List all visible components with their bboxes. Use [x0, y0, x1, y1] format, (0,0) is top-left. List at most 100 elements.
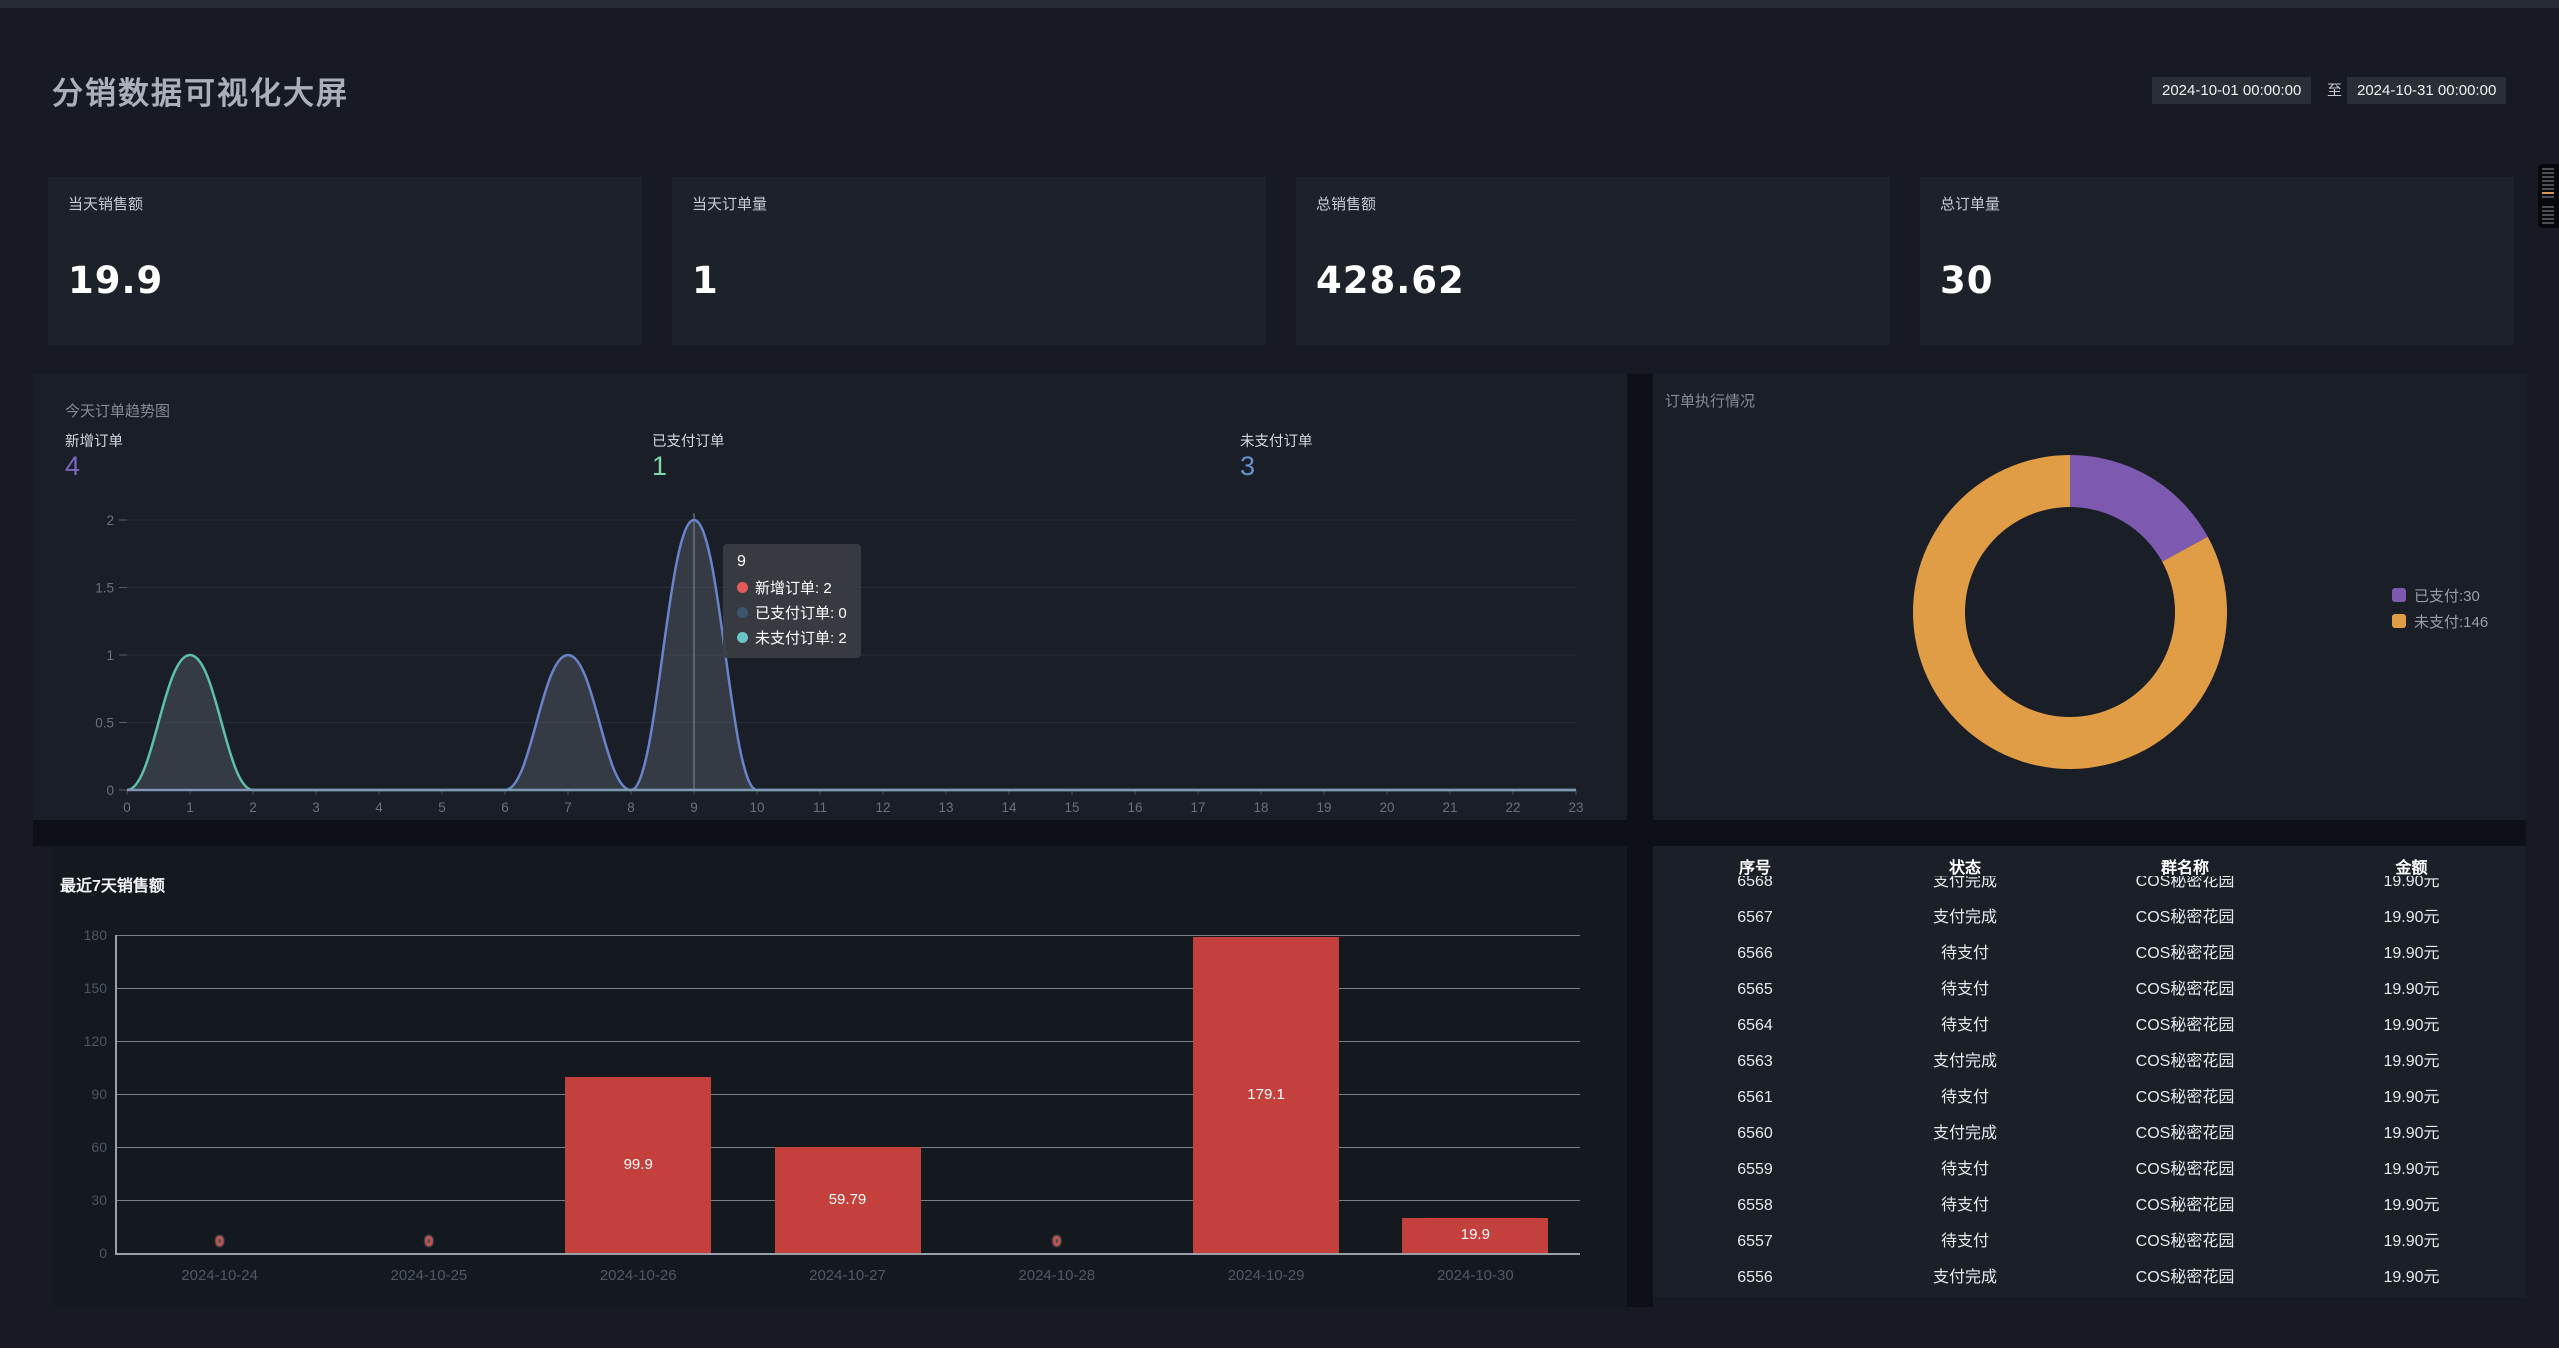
svg-text:6: 6	[501, 800, 509, 815]
svg-text:2: 2	[106, 513, 114, 528]
date-range-end[interactable]: 2024-10-31 00:00:00	[2347, 77, 2506, 104]
group-name-cell: COS秘密花园	[2073, 1260, 2297, 1296]
amount-cell: 19.90元	[2297, 1152, 2526, 1188]
stat-card-total-sales: 总销售额 428.62	[1296, 177, 1890, 345]
group-name-cell: COS秘密花园	[2073, 1008, 2297, 1044]
bar-y-tick: 30	[59, 1192, 107, 1208]
date-range-start[interactable]: 2024-10-01 00:00:00	[2152, 77, 2311, 104]
svg-text:1: 1	[106, 648, 114, 663]
status-cell: 待支付	[1857, 1080, 2073, 1116]
bar-x-tick: 2024-10-26	[538, 1267, 738, 1284]
today-order-trend-panel: 今天订单趋势图 新增订单 4 已支付订单 1 未支付订单 3 00.511.52…	[33, 374, 1627, 820]
amount-cell: 19.90元	[2297, 1080, 2526, 1116]
bar-zero-label: 0	[190, 1233, 250, 1250]
bar-y-tick: 60	[59, 1139, 107, 1155]
svg-text:23: 23	[1568, 800, 1583, 815]
table-header-amount: 金额	[2297, 846, 2526, 876]
order-id-cell: 6559	[1653, 1152, 1857, 1188]
svg-text:0: 0	[123, 800, 131, 815]
svg-text:16: 16	[1127, 800, 1142, 815]
svg-text:10: 10	[749, 800, 764, 815]
order-id-cell: 6564	[1653, 1008, 1857, 1044]
table-scroll-area[interactable]: 6568支付完成COS秘密花园19.90元6567支付完成COS秘密花园19.9…	[1653, 876, 2526, 1297]
orders-table-panel: 序号 状态 群名称 金额 6568支付完成COS秘密花园19.90元6567支付…	[1653, 846, 2526, 1297]
order-id-cell: 6565	[1653, 972, 1857, 1008]
table-header-status: 状态	[1857, 846, 2073, 876]
legend-item[interactable]: 未支付:146	[2392, 608, 2488, 634]
stat-label: 总销售额	[1316, 193, 1376, 214]
stat-label: 当天订单量	[692, 193, 767, 214]
amount-cell: 19.90元	[2297, 1008, 2526, 1044]
amount-cell: 19.90元	[2297, 936, 2526, 972]
stat-card-today-orders: 当天订单量 1	[672, 177, 1266, 345]
table-row[interactable]: 6564待支付COS秘密花园19.90元	[1653, 1008, 2526, 1044]
legend-label: 未支付:146	[2414, 611, 2488, 632]
svg-text:13: 13	[938, 800, 953, 815]
svg-text:14: 14	[1001, 800, 1017, 815]
bar-x-tick: 2024-10-27	[748, 1267, 948, 1284]
svg-text:5: 5	[438, 800, 446, 815]
table-row[interactable]: 6563支付完成COS秘密花园19.90元	[1653, 1044, 2526, 1080]
status-cell: 支付完成	[1857, 1116, 2073, 1152]
amount-cell: 19.90元	[2297, 1044, 2526, 1080]
donut-legend[interactable]: 已支付:30 未支付:146	[2392, 582, 2488, 634]
tooltip-series-row: 新增订单: 2	[737, 577, 847, 598]
bar-y-tick: 90	[59, 1086, 107, 1102]
svg-text:3: 3	[312, 800, 320, 815]
svg-text:1: 1	[186, 800, 194, 815]
minimap-scrollbar[interactable]	[2538, 164, 2559, 228]
table-row[interactable]: 6568支付完成COS秘密花园19.90元	[1653, 876, 2526, 900]
group-name-cell: COS秘密花园	[2073, 900, 2297, 936]
svg-text:9: 9	[690, 800, 698, 815]
amount-cell: 19.90元	[2297, 900, 2526, 936]
top-strip	[0, 0, 2559, 8]
table-row[interactable]: 6560支付完成COS秘密花园19.90元	[1653, 1116, 2526, 1152]
bar-value-label: 19.9	[1402, 1226, 1548, 1243]
table-row[interactable]: 6558待支付COS秘密花园19.90元	[1653, 1188, 2526, 1224]
order-id-cell: 6567	[1653, 900, 1857, 936]
date-range-separator: 至	[2327, 79, 2342, 100]
status-cell: 待支付	[1857, 936, 2073, 972]
bar-chart-title: 最近7天销售额	[60, 872, 165, 896]
table-row[interactable]: 6561待支付COS秘密花园19.90元	[1653, 1080, 2526, 1116]
status-cell: 待支付	[1857, 972, 2073, 1008]
bar-y-tick: 0	[59, 1245, 107, 1261]
bar-y-tick: 180	[59, 927, 107, 943]
table-row[interactable]: 6566待支付COS秘密花园19.90元	[1653, 936, 2526, 972]
group-name-cell: COS秘密花园	[2073, 1152, 2297, 1188]
order-id-cell: 6568	[1653, 876, 1857, 900]
table-row[interactable]: 6556支付完成COS秘密花园19.90元	[1653, 1260, 2526, 1296]
svg-text:11: 11	[813, 800, 827, 815]
dashboard: 分销数据可视化大屏 2024-10-01 00:00:00 至 2024-10-…	[0, 0, 2559, 1348]
bar-y-tick: 150	[59, 980, 107, 996]
bar-value-label: 59.79	[775, 1191, 921, 1208]
table-row[interactable]: 6557待支付COS秘密花园19.90元	[1653, 1224, 2526, 1260]
legend-label: 已支付:30	[2414, 585, 2480, 606]
stat-value: 30	[1940, 259, 1994, 302]
table-row[interactable]: 6565待支付COS秘密花园19.90元	[1653, 972, 2526, 1008]
table-row[interactable]: 6567支付完成COS秘密花园19.90元	[1653, 900, 2526, 936]
svg-text:20: 20	[1379, 800, 1394, 815]
row-gap	[33, 818, 2526, 846]
status-cell: 待支付	[1857, 1152, 2073, 1188]
legend-item[interactable]: 已支付:30	[2392, 582, 2488, 608]
table-row[interactable]: 6559待支付COS秘密花园19.90元	[1653, 1152, 2526, 1188]
svg-text:4: 4	[375, 800, 383, 815]
amount-cell: 19.90元	[2297, 1224, 2526, 1260]
order-id-cell: 6563	[1653, 1044, 1857, 1080]
svg-text:17: 17	[1190, 800, 1205, 815]
tooltip-series-text: 未支付订单: 2	[755, 627, 847, 648]
svg-text:1.5: 1.5	[95, 581, 114, 596]
svg-text:22: 22	[1505, 800, 1520, 815]
group-name-cell: COS秘密花园	[2073, 972, 2297, 1008]
tooltip-series-row: 未支付订单: 2	[737, 627, 847, 648]
order-execution-panel: 订单执行情况 已支付:30未支付:146	[1653, 374, 2526, 820]
order-id-cell: 6561	[1653, 1080, 1857, 1116]
bar-x-tick: 2024-10-24	[120, 1267, 320, 1284]
status-cell: 支付完成	[1857, 1260, 2073, 1296]
status-cell: 支付完成	[1857, 1044, 2073, 1080]
amount-cell: 19.90元	[2297, 1116, 2526, 1152]
group-name-cell: COS秘密花园	[2073, 1188, 2297, 1224]
bar-value-label: 99.9	[565, 1156, 711, 1173]
group-name-cell: COS秘密花园	[2073, 936, 2297, 972]
